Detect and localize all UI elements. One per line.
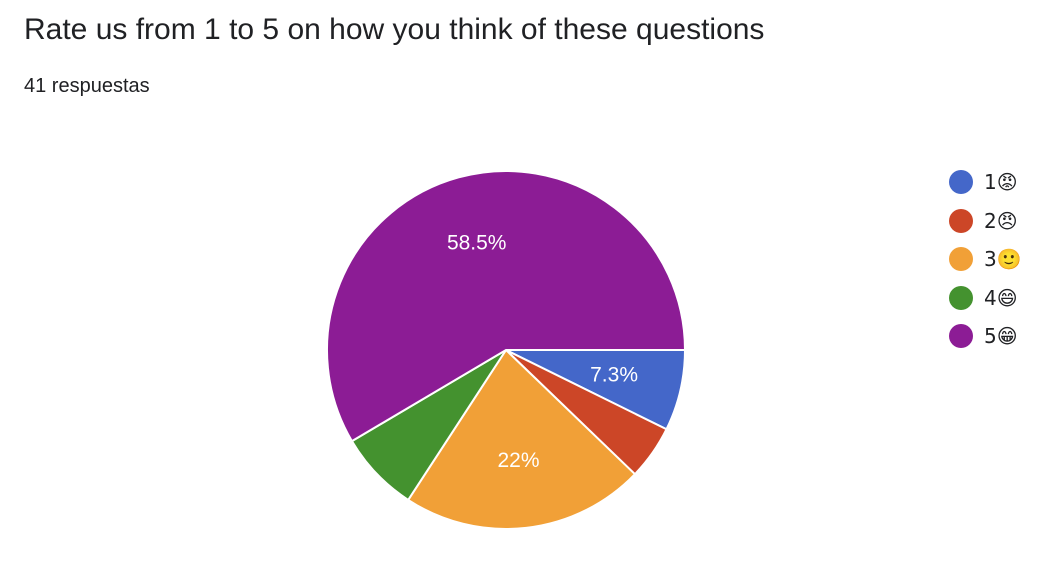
legend-item-2[interactable]: 2😠 bbox=[949, 208, 1022, 233]
legend-swatch-icon bbox=[949, 170, 973, 194]
legend-item-4[interactable]: 4😄 bbox=[949, 285, 1022, 310]
chart-legend: 1😡 2😠 3🙂 4😄 5😁 bbox=[949, 170, 1022, 363]
legend-swatch-icon bbox=[949, 208, 973, 233]
legend-swatch-icon bbox=[949, 247, 973, 271]
legend-label: 1😡 bbox=[984, 170, 1018, 194]
legend-swatch-icon bbox=[949, 285, 973, 310]
slice-data-label-3: 22% bbox=[498, 449, 540, 472]
legend-label: 2😠 bbox=[984, 208, 1018, 233]
legend-item-1[interactable]: 1😡 bbox=[949, 170, 1022, 194]
legend-swatch-icon bbox=[949, 324, 973, 348]
legend-label: 4😄 bbox=[984, 285, 1018, 310]
legend-label: 5😁 bbox=[984, 324, 1018, 348]
legend-item-5[interactable]: 5😁 bbox=[949, 324, 1022, 348]
legend-item-3[interactable]: 3🙂 bbox=[949, 247, 1022, 271]
slice-data-label-1: 7.3% bbox=[590, 364, 638, 387]
legend-label: 3🙂 bbox=[984, 247, 1022, 271]
slice-data-label-5: 58.5% bbox=[447, 231, 507, 254]
pie-chart: 7.3% 22% 58.5% bbox=[326, 170, 686, 530]
